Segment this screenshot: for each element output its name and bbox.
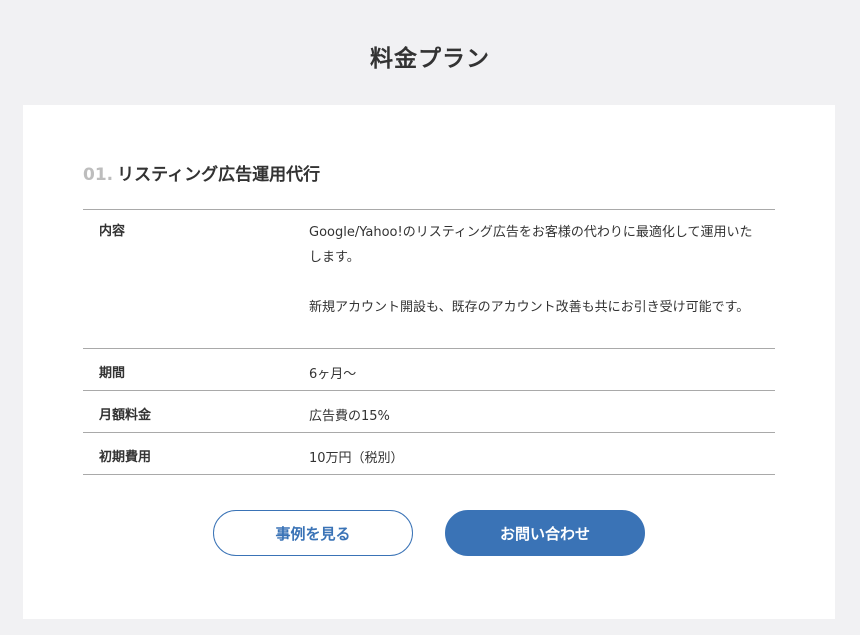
table-row: 内容 Google/Yahoo!のリスティング広告をお客様の代わりに最適化して運… bbox=[83, 209, 775, 349]
row-label-initial-fee: 初期費用 bbox=[83, 432, 309, 475]
table-row: 月額料金 広告費の15% bbox=[83, 390, 775, 433]
plan-number: 01. bbox=[83, 165, 114, 185]
content-line: 新規アカウント開設も、既存のアカウント改善も共にお引き受け可能です。 bbox=[309, 300, 750, 315]
row-value-initial-fee: 10万円（税別） bbox=[309, 432, 775, 475]
row-value-monthly-fee: 広告費の15% bbox=[309, 390, 775, 433]
page-title: 料金プラン bbox=[370, 46, 490, 73]
content-line: Google/Yahoo!のリスティング広告をお客様の代わりに最適化して運用いた… bbox=[309, 225, 753, 265]
row-label-content: 内容 bbox=[83, 209, 309, 349]
row-value-period: 6ヶ月〜 bbox=[309, 348, 775, 391]
row-label-monthly-fee: 月額料金 bbox=[83, 390, 309, 433]
contact-button[interactable]: お問い合わせ bbox=[445, 510, 645, 556]
row-value-content: Google/Yahoo!のリスティング広告をお客様の代わりに最適化して運用いた… bbox=[309, 209, 775, 349]
table-row: 期間 6ヶ月〜 bbox=[83, 348, 775, 391]
plan-name: リスティング広告運用代行 bbox=[117, 165, 321, 185]
view-cases-button[interactable]: 事例を見る bbox=[213, 510, 413, 556]
table-row: 初期費用 10万円（税別） bbox=[83, 432, 775, 475]
plan-card: 01. リスティング広告運用代行 内容 Google/Yahoo!のリスティング広… bbox=[23, 105, 835, 619]
plan-details-table: 内容 Google/Yahoo!のリスティング広告をお客様の代わりに最適化して運… bbox=[83, 209, 775, 475]
plan-heading: 01. リスティング広告運用代行 bbox=[83, 160, 320, 185]
row-label-period: 期間 bbox=[83, 348, 309, 391]
